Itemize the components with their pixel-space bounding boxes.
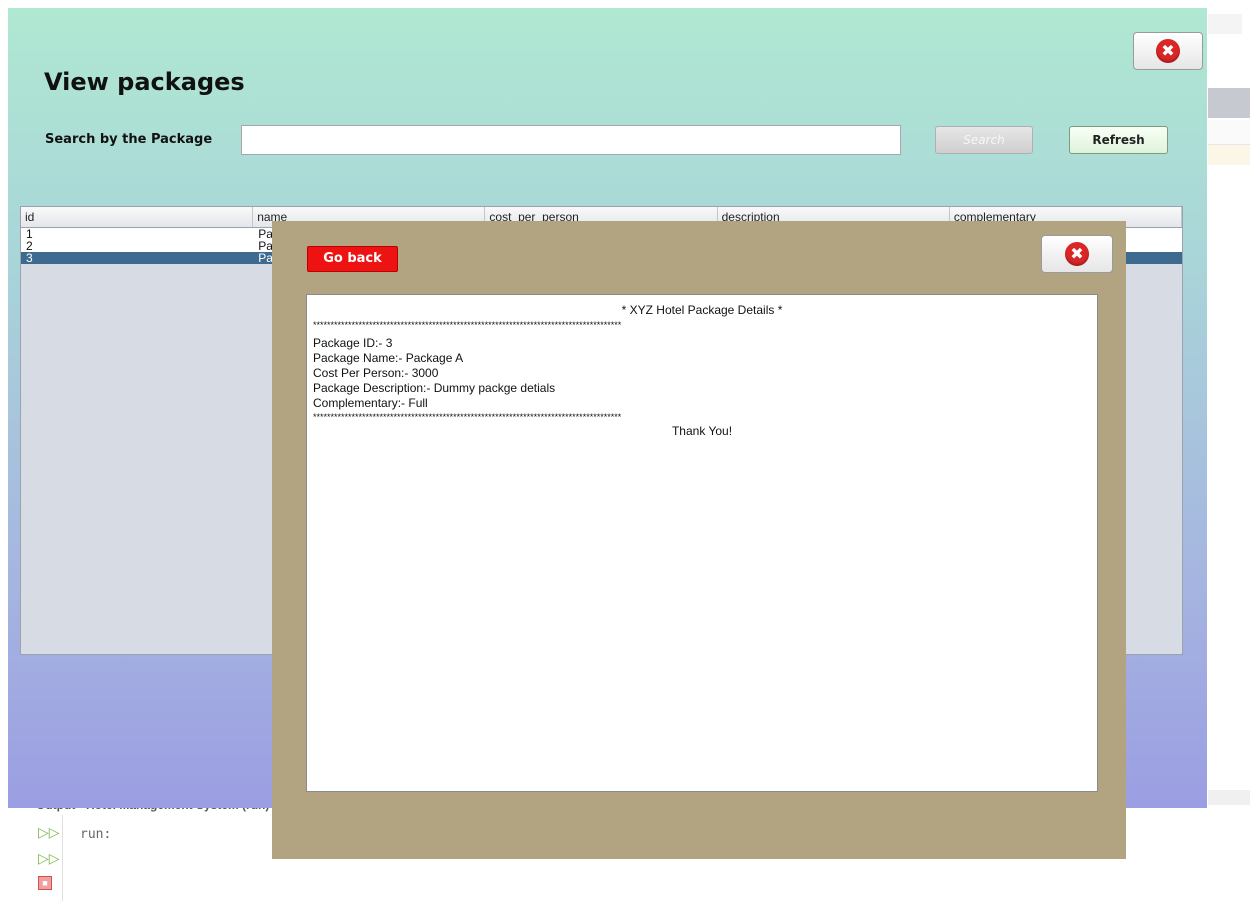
receipt-header: * XYZ Hotel Package Details * [621, 303, 783, 317]
ide-toolbar-strip [1208, 88, 1250, 118]
console-text: run: [80, 827, 112, 842]
ide-highlight-strip [1208, 145, 1250, 165]
receipt-complementary: Complementary:- Full [313, 396, 428, 410]
window-close-button[interactable]: ✖ [1133, 32, 1203, 70]
refresh-button[interactable]: Refresh [1069, 126, 1168, 154]
search-label: Search by the Package [45, 132, 213, 147]
close-icon: ✖ [1065, 242, 1089, 266]
receipt-divider: ****************************************… [313, 412, 622, 422]
ide-panel-strip [1208, 14, 1242, 34]
search-input[interactable] [241, 125, 901, 155]
cell-id: 2 [26, 240, 33, 252]
rerun-icon[interactable]: ▷▷ [38, 850, 60, 866]
cell-id: 1 [26, 228, 33, 240]
search-button[interactable]: Search [935, 126, 1033, 154]
go-back-button[interactable]: Go back [307, 246, 398, 272]
column-header-id[interactable]: id [21, 207, 254, 227]
dialog-close-button[interactable]: ✖ [1041, 235, 1113, 273]
close-icon: ✖ [1156, 39, 1180, 63]
package-details-dialog: Go back ✖ * XYZ Hotel Package Details * … [272, 221, 1126, 859]
receipt-divider: ****************************************… [313, 320, 622, 330]
receipt-package-name: Package Name:- Package A [313, 351, 464, 365]
receipt-cost-per-person: Cost Per Person:- 3000 [313, 366, 439, 380]
cell-id: 3 [26, 252, 33, 264]
receipt-textarea[interactable]: * XYZ Hotel Package Details * **********… [306, 294, 1098, 792]
receipt-description: Package Description:- Dummy packge detia… [313, 381, 556, 395]
ide-editor-strip [1208, 120, 1250, 145]
run-icon[interactable]: ▷▷ [38, 824, 60, 840]
receipt-footer: Thank You! [671, 424, 733, 438]
page-title: View packages [44, 68, 245, 96]
receipt-package-id: Package ID:- 3 [313, 336, 393, 350]
stop-icon[interactable]: ■ [38, 876, 52, 890]
